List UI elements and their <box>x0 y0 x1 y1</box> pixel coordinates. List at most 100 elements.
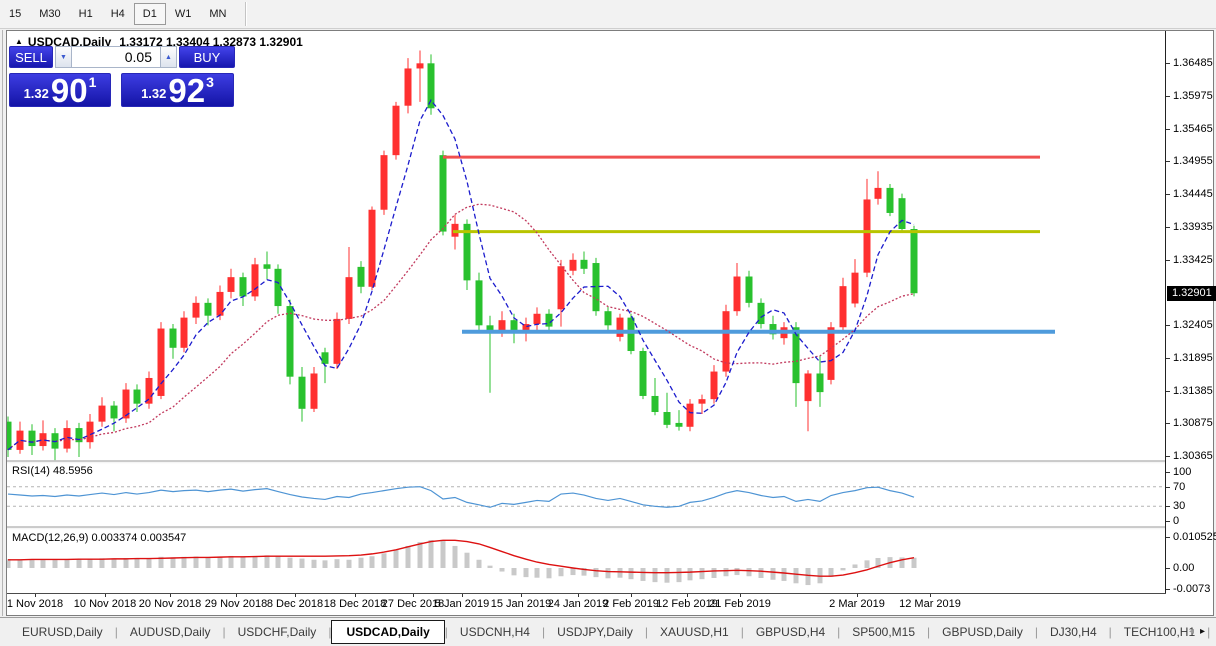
axis-tick <box>1166 227 1170 228</box>
date-axis-label: 21 Feb 2019 <box>709 598 771 610</box>
collapse-triangle-icon[interactable]: ▲ <box>15 37 23 46</box>
macd-histogram-bar <box>488 566 493 568</box>
macd-histogram-bar <box>771 568 776 580</box>
macd-histogram-bar <box>453 546 458 568</box>
macd-histogram-bar <box>724 568 729 576</box>
candle-body <box>334 319 341 364</box>
price-axis[interactable]: 1.364851.359751.354651.349551.344451.339… <box>1166 31 1213 593</box>
chart-tab-dj30-h4[interactable]: DJ30,H4 <box>1038 621 1109 643</box>
date-axis-label: 29 Nov 2018 <box>205 598 267 610</box>
chart-tab-audusd-daily[interactable]: AUDUSD,Daily <box>118 621 223 643</box>
buy-price-box[interactable]: 1.32 92 3 <box>121 73 234 107</box>
macd-histogram-bar <box>512 568 517 575</box>
macd-histogram-bar <box>300 559 305 568</box>
chart-tab-xauusd-h1[interactable]: XAUUSD,H1 <box>648 621 741 643</box>
chart-tab-gbpusd-daily[interactable]: GBPUSD,Daily <box>930 621 1035 643</box>
candlestick-chart[interactable] <box>7 31 1166 593</box>
macd-histogram-bar <box>782 568 787 581</box>
date-axis-label: 15 Jan 2019 <box>491 598 552 610</box>
macd-histogram-bar <box>194 557 199 568</box>
tab-scroll-right-icon[interactable]: ▸ <box>1200 626 1211 637</box>
macd-histogram-bar <box>547 568 552 578</box>
candle-body <box>99 406 106 422</box>
macd-histogram-bar <box>253 556 258 568</box>
candle-body <box>134 390 141 404</box>
buy-button[interactable]: BUY <box>179 46 235 68</box>
tab-scroll-arrows: ◂▸ <box>1189 626 1211 637</box>
candle-body <box>664 412 671 425</box>
sell-price-prefix: 1.32 <box>24 86 49 101</box>
candle-body <box>346 277 353 319</box>
sell-button[interactable]: SELL <box>9 46 53 68</box>
axis-tick <box>1166 487 1170 488</box>
candle-body <box>617 318 624 337</box>
date-tick <box>355 594 356 597</box>
macd-histogram-bar <box>500 568 505 572</box>
candle-body <box>240 277 247 296</box>
timeframe-button-mn[interactable]: MN <box>200 3 235 25</box>
chart-tab-usdcad-daily[interactable]: USDCAD,Daily <box>331 620 444 644</box>
macd-histogram-bar <box>323 560 328 568</box>
candle-body <box>817 373 824 392</box>
rsi-axis-label: 0 <box>1173 515 1179 527</box>
candle-body <box>793 327 800 383</box>
candle-body <box>476 280 483 325</box>
date-tick <box>740 594 741 597</box>
macd-histogram-bar <box>653 568 658 582</box>
chart-tab-usdjpy-daily[interactable]: USDJPY,Daily <box>545 621 645 643</box>
volume-decrease-button[interactable]: ▼ <box>55 46 72 68</box>
candle-body <box>252 264 259 296</box>
timeframe-button-m30[interactable]: M30 <box>30 3 69 25</box>
candle-body <box>546 314 553 327</box>
tab-scroll-left-icon[interactable]: ◂ <box>1189 626 1200 637</box>
axis-tick <box>1166 472 1170 473</box>
price-axis-label: 1.34955 <box>1173 155 1213 167</box>
macd-histogram-bar <box>88 559 93 568</box>
chart-tab-usdchf-daily[interactable]: USDCHF,Daily <box>226 621 329 643</box>
macd-histogram-bar <box>524 568 529 577</box>
candle-body <box>652 396 659 412</box>
chart-tab-eurusd-daily[interactable]: EURUSD,Daily <box>10 621 115 643</box>
macd-histogram-bar <box>618 568 623 578</box>
date-tick <box>631 594 632 597</box>
macd-histogram-bar <box>865 560 870 568</box>
macd-histogram-bar <box>441 541 446 568</box>
macd-axis-label: -0.0073 <box>1173 583 1210 595</box>
sell-price-main: 90 <box>51 76 88 105</box>
volume-increase-button[interactable]: ▲ <box>160 46 177 68</box>
candle-body <box>287 306 294 377</box>
date-axis-label: 18 Dec 2018 <box>324 598 386 610</box>
chart-tab-gbpusd-h4[interactable]: GBPUSD,H4 <box>744 621 837 643</box>
date-axis-label: 8 Dec 2018 <box>267 598 323 610</box>
timeframe-button-h1[interactable]: H1 <box>70 3 102 25</box>
candle-body <box>322 352 329 364</box>
candle-body <box>746 277 753 303</box>
chart-tab-usdcnh-h4[interactable]: USDCNH,H4 <box>448 621 542 643</box>
candle-body <box>828 327 835 380</box>
macd-histogram-bar <box>7 559 11 568</box>
timeframe-button-h4[interactable]: H4 <box>102 3 134 25</box>
chart-background <box>7 31 1166 593</box>
candle-body <box>29 431 36 446</box>
date-tick <box>236 594 237 597</box>
rsi-name: RSI(14) <box>12 465 50 477</box>
macd-histogram-bar <box>370 556 375 568</box>
timeframe-button-w1[interactable]: W1 <box>166 3 201 25</box>
chart-tab-sp500-m15[interactable]: SP500,M15 <box>840 621 927 643</box>
timeframe-button-d1[interactable]: D1 <box>134 3 166 25</box>
candle-body <box>311 373 318 408</box>
date-tick <box>462 594 463 597</box>
date-tick <box>857 594 858 597</box>
date-axis[interactable]: 1 Nov 201810 Nov 201820 Nov 201829 Nov 2… <box>7 593 1166 615</box>
macd-histogram-bar <box>41 559 46 568</box>
timeframe-button-15[interactable]: 15 <box>0 3 30 25</box>
candle-body <box>393 106 400 155</box>
rsi-axis-label: 70 <box>1173 481 1185 493</box>
sell-price-box[interactable]: 1.32 90 1 <box>9 73 111 107</box>
candle-body <box>899 198 906 229</box>
chart-tab-ukc[interactable]: UKC <box>1210 621 1216 643</box>
date-axis-label: 2 Mar 2019 <box>829 598 885 610</box>
rsi-current-value: 48.5956 <box>53 465 93 477</box>
volume-input[interactable] <box>72 46 160 68</box>
candle-body <box>840 286 847 327</box>
